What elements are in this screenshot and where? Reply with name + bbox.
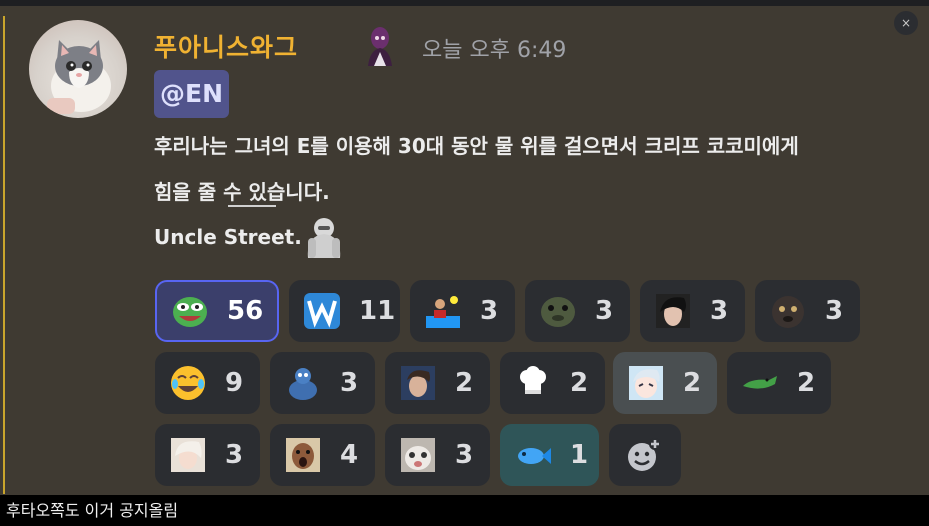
reaction-dark-haired-face[interactable]: 3 bbox=[640, 280, 745, 342]
close-icon[interactable]: × bbox=[894, 11, 918, 35]
reaction-cat-face[interactable]: 3 bbox=[385, 424, 490, 486]
reaction-anime-girl[interactable]: 2 bbox=[613, 352, 717, 414]
joy-icon bbox=[169, 364, 207, 402]
shocked-man-icon bbox=[284, 436, 322, 474]
reaction-count: 2 bbox=[570, 368, 589, 398]
portrait-man-icon bbox=[399, 364, 437, 402]
reaction-count: 11 bbox=[359, 296, 396, 326]
fish-icon bbox=[514, 436, 552, 474]
reaction-count: 3 bbox=[340, 368, 359, 398]
reaction-blue-w[interactable]: 11 bbox=[289, 280, 400, 342]
gorilla-emoji-icon bbox=[302, 214, 346, 262]
reaction-count: 56 bbox=[227, 296, 264, 326]
message-line-2: 힘을 줄 수 있습니다. bbox=[154, 180, 330, 204]
reaction-count: 1 bbox=[570, 440, 589, 470]
reaction-fish[interactable]: 1 bbox=[500, 424, 599, 486]
reaction-count: 3 bbox=[225, 440, 244, 470]
username[interactable]: 푸아니스와그 bbox=[154, 28, 298, 64]
reaction-count: 9 bbox=[225, 368, 244, 398]
anime-girl-icon bbox=[627, 364, 665, 402]
caption-text: 후타오쪽도 이거 공지올림 bbox=[0, 495, 929, 526]
avatar[interactable] bbox=[29, 20, 127, 118]
reaction-seal-face[interactable]: 3 bbox=[525, 280, 630, 342]
crocodile-icon bbox=[741, 364, 779, 402]
blue-creature-icon bbox=[284, 364, 322, 402]
message-line-1: 후리나는 그녀의 E를 이용해 30대 동안 물 위를 걸으면서 크리프 코코미… bbox=[154, 134, 799, 158]
add-reaction-button[interactable] bbox=[609, 424, 681, 486]
timestamp: 오늘 오후 6:49 bbox=[422, 38, 567, 63]
reaction-joy[interactable]: 9 bbox=[155, 352, 260, 414]
chef-hat-icon bbox=[514, 364, 552, 402]
reaction-water-polo[interactable]: 3 bbox=[410, 280, 515, 342]
cat-face-icon bbox=[399, 436, 437, 474]
reaction-crocodile[interactable]: 2 bbox=[727, 352, 831, 414]
mention-highlight-bar bbox=[3, 16, 5, 494]
pepe-laugh-icon bbox=[171, 292, 209, 330]
reaction-count: 3 bbox=[595, 296, 614, 326]
reaction-blue-creature[interactable]: 3 bbox=[270, 352, 375, 414]
dark-haired-face-icon bbox=[654, 292, 692, 330]
reaction-dark-animal-face[interactable]: 3 bbox=[755, 280, 860, 342]
reaction-count: 3 bbox=[710, 296, 729, 326]
reaction-pepe-laugh[interactable]: 56 bbox=[155, 280, 279, 342]
seal-face-icon bbox=[539, 292, 577, 330]
reaction-count: 4 bbox=[340, 440, 359, 470]
dark-animal-face-icon bbox=[769, 292, 807, 330]
reaction-anime-white-hair[interactable]: 3 bbox=[155, 424, 260, 486]
reaction-portrait-man[interactable]: 2 bbox=[385, 352, 490, 414]
spoiler-underline bbox=[228, 205, 276, 207]
reaction-count: 2 bbox=[455, 368, 474, 398]
message-line-3: Uncle Street. bbox=[154, 225, 302, 249]
blue-w-icon bbox=[303, 292, 341, 330]
add-reaction-icon bbox=[625, 436, 663, 474]
reaction-count: 3 bbox=[480, 296, 499, 326]
anime-white-hair-icon bbox=[169, 436, 207, 474]
reaction-shocked-man[interactable]: 4 bbox=[270, 424, 375, 486]
reaction-count: 3 bbox=[825, 296, 844, 326]
water-polo-icon bbox=[424, 292, 462, 330]
reaction-count: 2 bbox=[797, 368, 816, 398]
purple-character-icon bbox=[360, 24, 400, 68]
reaction-count: 3 bbox=[455, 440, 474, 470]
reaction-chef-hat[interactable]: 2 bbox=[500, 352, 605, 414]
reaction-count: 2 bbox=[683, 368, 702, 398]
discord-message: × 푸아니스와그 오늘 오후 6:49 @EN 후리나는 그녀의 E를 이용해 … bbox=[0, 6, 929, 495]
mention-en[interactable]: @EN bbox=[154, 70, 230, 118]
